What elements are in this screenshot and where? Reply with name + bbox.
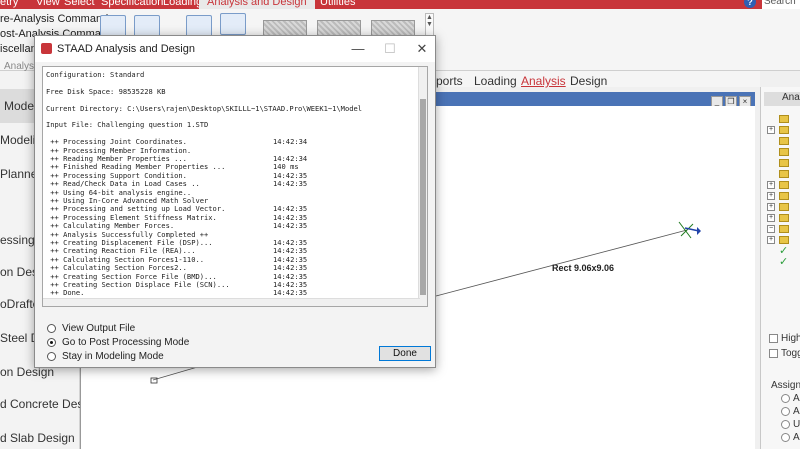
assign-radio-2[interactable]: As [781, 406, 800, 417]
log-header-line: Input File: Challenging question 1.STD [46, 120, 209, 130]
log-step-line: ++ Done. [46, 288, 85, 298]
assign-radio-4[interactable]: As [781, 432, 800, 443]
analysis-chart-icon[interactable] [134, 15, 160, 37]
analysis-log[interactable]: Configuration: Standard Free Disk Space: … [42, 66, 428, 307]
ribbon-tab-bar: etry View Select Specification Loading A… [0, 0, 800, 9]
tab-analysis[interactable]: Analysis [521, 74, 566, 88]
staad-app-icon [41, 43, 52, 54]
log-header-line: Free Disk Space: 98535228 KB [46, 86, 166, 96]
stay-modeling-radio[interactable] [47, 351, 56, 361]
analysis-tree-panel: Analys + + + + + − + ✓ ✓ Highlig Toggle … [760, 87, 800, 449]
tree-node[interactable]: − [765, 224, 800, 235]
support-icon [678, 221, 701, 239]
tab-specification[interactable]: Specification [101, 0, 163, 8]
post-processing-radio[interactable] [47, 337, 56, 347]
assignment-label: Assignme [771, 380, 800, 391]
go-to-post-processing-option[interactable]: Go to Post Processing Mode [47, 337, 189, 348]
tree-node[interactable] [765, 169, 800, 180]
run-analysis-icon[interactable] [100, 15, 126, 37]
tree-node[interactable]: + [765, 202, 800, 213]
view-output-file-radio[interactable] [47, 323, 56, 333]
tree-node[interactable]: + [765, 125, 800, 136]
close-icon[interactable]: ✕ [409, 39, 435, 59]
log-step-time: 14:42:35 [273, 179, 308, 189]
tab-loading-page[interactable]: Loading [474, 74, 517, 88]
assign-radio-3[interactable]: Us [781, 419, 800, 430]
tab-geometry[interactable]: etry [0, 0, 18, 8]
tab-design[interactable]: Design [570, 74, 607, 88]
help-icon[interactable]: ? [744, 0, 756, 8]
log-header-line: Current Directory: C:\Users\rajen\Deskto… [46, 103, 363, 113]
log-step-time: 14:42:35 [273, 288, 308, 298]
member-property-label: Rect 9.06x9.06 [552, 263, 615, 273]
search-input[interactable]: Search [762, 0, 800, 9]
dialog-titlebar[interactable]: STAAD Analysis and Design — ☐ ✕ [35, 36, 435, 62]
assign-radio-1[interactable]: As [781, 393, 800, 404]
pre-analysis-commands-button[interactable]: re-Analysis Commands [0, 13, 114, 25]
view-output-file-option[interactable]: View Output File [47, 323, 135, 334]
panel-title: Analys [764, 92, 800, 106]
tree-node[interactable]: + [765, 180, 800, 191]
cloud-upload-icon[interactable] [220, 13, 246, 35]
minimize-icon[interactable]: — [345, 39, 371, 59]
tree-node[interactable] [765, 147, 800, 158]
design-icon[interactable] [186, 15, 212, 37]
log-step-time: 14:42:35 [273, 221, 308, 231]
nav-item-postprocessing[interactable]: essing [0, 233, 35, 247]
toggle-checkbox[interactable]: Toggle [769, 348, 800, 359]
stay-in-modeling-option[interactable]: Stay in Modeling Mode [47, 351, 164, 362]
log-scroll-thumb[interactable] [420, 99, 426, 295]
maximize-icon: ☐ [384, 41, 396, 56]
staad-window: etry View Select Specification Loading A… [0, 0, 800, 449]
tab-supports[interactable]: ports [436, 74, 463, 88]
tab-view[interactable]: View [36, 0, 60, 8]
nav-item-slab-design[interactable]: d Slab Design [0, 431, 75, 445]
member-line-left [152, 365, 202, 381]
done-button[interactable]: Done [379, 346, 431, 361]
tab-utilities[interactable]: Utilities [320, 0, 355, 8]
dialog-title: STAAD Analysis and Design [57, 43, 195, 55]
tab-loading[interactable]: Loading [163, 0, 202, 8]
highlight-checkbox[interactable]: Highlig [769, 333, 800, 344]
tree-node[interactable]: + [765, 213, 800, 224]
tree-node-check[interactable]: ✓ [765, 256, 800, 268]
log-horizontal-scrollbar[interactable] [43, 298, 420, 306]
log-vertical-scrollbar[interactable] [418, 67, 427, 306]
tree-node[interactable]: + [765, 191, 800, 202]
log-header-line: Configuration: Standard [46, 70, 145, 79]
staad-analysis-dialog: STAAD Analysis and Design — ☐ ✕ Configur… [34, 35, 436, 368]
tree-node[interactable] [765, 158, 800, 169]
tab-analysis-and-design[interactable]: Analysis and Design [199, 0, 315, 9]
log-step-time: 14:42:34 [273, 137, 308, 147]
tab-select[interactable]: Select [64, 0, 95, 8]
tree-node[interactable] [765, 114, 800, 125]
tree-node[interactable] [765, 136, 800, 147]
